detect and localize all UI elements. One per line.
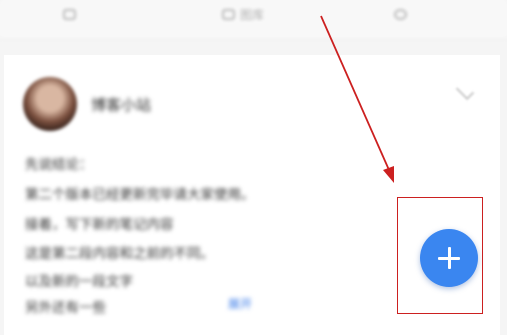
annotation-arrow-head bbox=[383, 166, 394, 183]
plus-icon bbox=[438, 247, 460, 269]
add-post-button[interactable] bbox=[420, 229, 478, 287]
annotation-arrow-line bbox=[320, 15, 390, 171]
